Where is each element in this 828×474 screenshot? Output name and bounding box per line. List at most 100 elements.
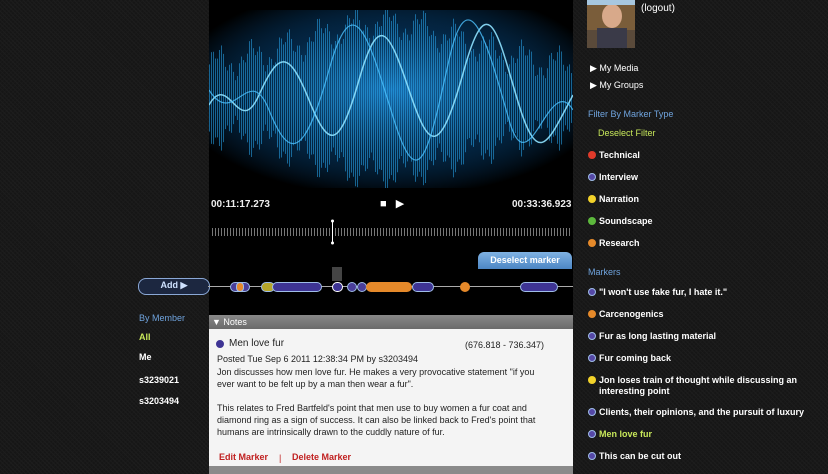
- waveform-bar: [559, 45, 560, 151]
- waveform-bar: [303, 61, 304, 135]
- waveform-bar: [313, 41, 314, 155]
- note-text-line: ever want to be felt up by a man then we…: [217, 379, 414, 389]
- playback-controls: ■ ▶: [380, 197, 410, 210]
- waveform-bar: [567, 66, 568, 130]
- timeline-marker[interactable]: [272, 282, 322, 292]
- timeline-marker[interactable]: [460, 282, 470, 292]
- waveform-bar: [407, 34, 408, 162]
- waveform-bar: [547, 68, 548, 128]
- notes-label: ▼ Notes: [212, 317, 247, 327]
- playhead[interactable]: [331, 219, 334, 245]
- waveform-bar: [417, 19, 418, 177]
- waveform-bar: [219, 50, 220, 146]
- notes-panel: Men love fur (676.818 - 736.347) Posted …: [209, 329, 573, 466]
- soundscape-dot-icon: [588, 217, 596, 225]
- delete-marker-link[interactable]: Delete Marker: [292, 452, 351, 462]
- marker-item[interactable]: Fur coming back: [588, 353, 671, 364]
- waveform-bar: [357, 10, 358, 188]
- play-icon[interactable]: ▶: [396, 198, 404, 210]
- waveform-bar: [315, 31, 316, 165]
- marker-item[interactable]: Carcenogenics: [588, 309, 664, 320]
- filter-technical[interactable]: Technical: [588, 150, 640, 161]
- filter-narration[interactable]: Narration: [588, 194, 639, 205]
- deselect-filter-link[interactable]: Deselect Filter: [598, 128, 656, 139]
- waveform-bar: [433, 30, 434, 166]
- marker-item[interactable]: Fur as long lasting material: [588, 331, 716, 342]
- waveform-bar: [395, 13, 396, 183]
- waveform-bar: [397, 23, 398, 173]
- add-marker-button[interactable]: Add ▶: [138, 278, 210, 295]
- waveform-bar: [475, 56, 476, 140]
- nav-my-groups[interactable]: ▶ My Groups: [590, 80, 643, 91]
- research-dot-icon: [588, 310, 596, 318]
- waveform-bar: [259, 46, 260, 150]
- waveform-bar: [269, 57, 270, 139]
- waveform-bar: [317, 19, 318, 177]
- interview-dot-icon: [588, 452, 596, 460]
- narration-dot-icon: [588, 376, 596, 384]
- timeline-marker[interactable]: [412, 282, 434, 292]
- waveform-bar: [371, 43, 372, 153]
- marker-item[interactable]: Jon loses train of thought while discuss…: [588, 375, 797, 397]
- marker-item[interactable]: Clients, their opinions, and the pursuit…: [588, 407, 804, 418]
- avatar: [587, 0, 635, 48]
- member-s3239021[interactable]: s3239021: [139, 375, 179, 385]
- note-range: (676.818 - 736.347): [465, 340, 545, 350]
- waveform-bar: [465, 43, 466, 153]
- waveform-bar: [533, 64, 534, 132]
- marker-label-continued: interesting point: [599, 386, 670, 396]
- timeline-ruler[interactable]: [212, 228, 570, 236]
- current-time: 00:11:17.273: [211, 199, 270, 210]
- marker-color-dot: [216, 340, 224, 348]
- edit-marker-link[interactable]: Edit Marker: [219, 452, 268, 462]
- waveform-bar: [363, 30, 364, 166]
- waveform-bar: [487, 46, 488, 150]
- waveform-bar: [289, 29, 290, 167]
- member-s3203494[interactable]: s3203494: [139, 396, 179, 406]
- deselect-marker-button[interactable]: Deselect marker: [478, 252, 572, 269]
- waveform-bar: [351, 23, 352, 173]
- waveform-bar: [541, 67, 542, 129]
- filter-label: Soundscape: [599, 216, 653, 226]
- waveform-bar: [431, 34, 432, 162]
- timeline-marker[interactable]: [347, 282, 357, 292]
- waveform-bar: [339, 37, 340, 159]
- waveform-bar: [523, 46, 524, 150]
- marker-item[interactable]: This can be cut out: [588, 451, 681, 462]
- waveform-bar: [209, 64, 210, 132]
- timeline-marker-selected[interactable]: [332, 282, 343, 292]
- waveform-bar: [233, 71, 234, 125]
- filter-label: Narration: [599, 194, 640, 204]
- timeline-marker[interactable]: [236, 282, 244, 292]
- notes-toggle[interactable]: ▼ Notes: [209, 315, 573, 329]
- timeline-marker[interactable]: [520, 282, 558, 292]
- waveform-bar: [245, 62, 246, 134]
- member-me[interactable]: Me: [139, 352, 152, 362]
- waveform-bar: [457, 34, 458, 162]
- notes-footer: [209, 466, 573, 474]
- narration-dot-icon: [588, 195, 596, 203]
- marker-item[interactable]: "I won't use fake fur, I hate it.": [588, 287, 727, 298]
- waveform-bar: [329, 31, 330, 165]
- waveform-bar: [569, 64, 570, 132]
- waveform-bar: [345, 24, 346, 172]
- filter-interview[interactable]: Interview: [588, 172, 638, 183]
- waveform-bar: [229, 64, 230, 132]
- timeline-marker[interactable]: [366, 282, 412, 292]
- filter-research[interactable]: Research: [588, 238, 640, 249]
- waveform-bar: [267, 65, 268, 131]
- waveform-bar: [379, 26, 380, 170]
- waveform-bar: [495, 50, 496, 146]
- waveform-bar: [545, 78, 546, 118]
- nav-my-media[interactable]: ▶ My Media: [590, 63, 638, 74]
- member-all[interactable]: All: [139, 332, 151, 342]
- logout-link[interactable]: (logout): [641, 3, 675, 14]
- marker-item-selected[interactable]: Men love fur: [588, 429, 652, 440]
- interview-dot-icon: [588, 173, 596, 181]
- filter-soundscape[interactable]: Soundscape: [588, 216, 653, 227]
- waveform-bar: [383, 14, 384, 182]
- waveform-image: [209, 10, 573, 188]
- stop-icon[interactable]: ■: [380, 198, 387, 210]
- waveform-bar: [421, 19, 422, 177]
- marker-label: Fur as long lasting material: [599, 331, 717, 341]
